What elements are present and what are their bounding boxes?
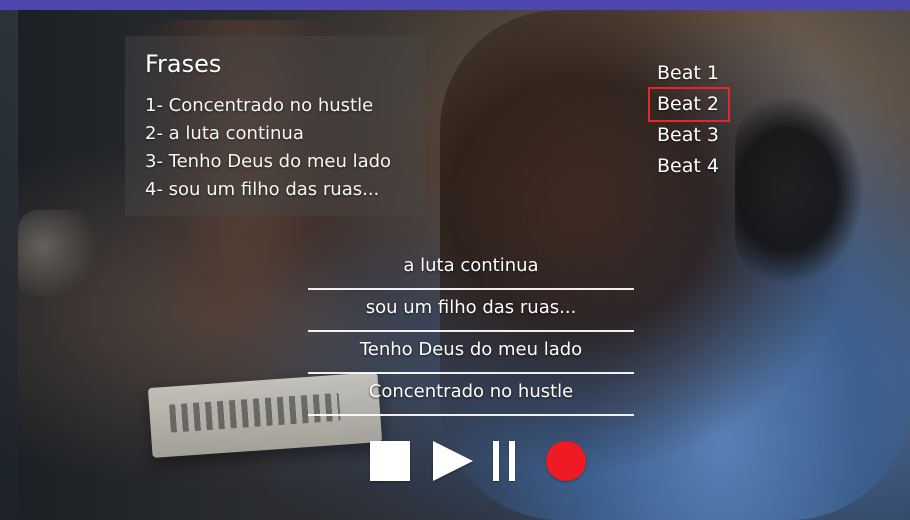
headphones (735, 95, 865, 285)
top-band (0, 0, 910, 10)
beat-item-selected[interactable]: Beat 2 (648, 87, 730, 122)
beat-item[interactable]: Beat 3 (650, 120, 740, 151)
sequence-slot[interactable]: Concentrado no hustle (308, 374, 634, 416)
stop-button[interactable] (368, 439, 412, 483)
background-wall (0, 10, 18, 520)
sequence-slot-text: Concentrado no hustle (368, 380, 574, 402)
pause-button[interactable] (483, 439, 524, 483)
play-pause-controls (432, 439, 524, 483)
sequence-slot-text: Tenho Deus do meu lado (359, 338, 583, 360)
phrase-item[interactable]: 2- a luta continua (145, 120, 435, 148)
sequence-slot-text: sou um filho das ruas... (365, 296, 577, 318)
play-button[interactable] (432, 439, 473, 483)
sequence-slot[interactable]: Tenho Deus do meu lado (308, 332, 634, 374)
record-icon (546, 441, 586, 481)
pause-bar (492, 441, 499, 481)
transport-controls (368, 439, 598, 483)
background-lamp (18, 210, 98, 300)
beat-item[interactable]: Beat 1 (650, 58, 740, 89)
beat-item[interactable]: Beat 4 (650, 151, 740, 182)
pause-icon (492, 441, 515, 481)
phrases-list: 1- Concentrado no hustle 2- a luta conti… (145, 92, 435, 204)
beats-list: Beat 1 Beat 2 Beat 3 Beat 4 (648, 58, 740, 182)
record-button[interactable] (544, 439, 588, 483)
sequence-slot-text: a luta continua (403, 254, 539, 276)
phrase-item[interactable]: 4- sou um filho das ruas... (145, 176, 435, 204)
play-icon (432, 441, 473, 481)
sequence-slot[interactable]: a luta continua (308, 248, 634, 290)
stop-icon (370, 441, 410, 481)
pause-bar (508, 441, 515, 481)
recording-screen: Frases 1- Concentrado no hustle 2- a lut… (0, 0, 910, 520)
phrases-title: Frases (145, 50, 222, 78)
phrase-item[interactable]: 1- Concentrado no hustle (145, 92, 435, 120)
sequence-slot[interactable]: sou um filho das ruas... (308, 290, 634, 332)
phrase-item[interactable]: 3- Tenho Deus do meu lado (145, 148, 435, 176)
phrase-sequence: a luta continua sou um filho das ruas...… (308, 248, 634, 416)
